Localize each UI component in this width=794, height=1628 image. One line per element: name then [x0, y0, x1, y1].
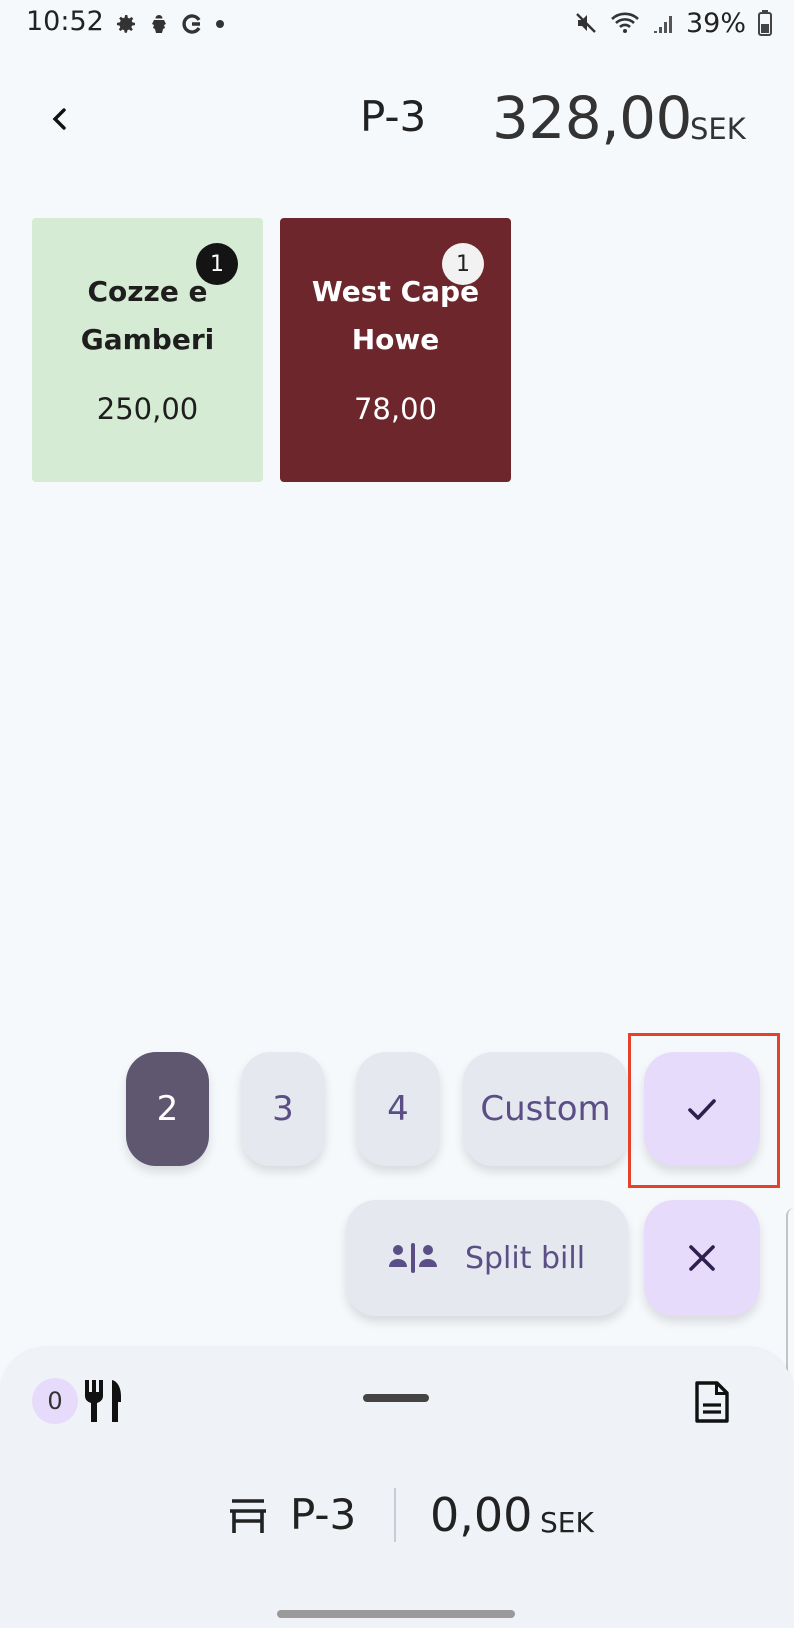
- bug-icon: [152, 15, 166, 33]
- sheet-drag-handle[interactable]: [363, 1394, 429, 1402]
- divider: [394, 1488, 396, 1542]
- signal-icon: [653, 16, 672, 33]
- chevron-left-icon: [52, 108, 66, 130]
- mute-icon: [576, 13, 596, 33]
- battery-icon: [758, 10, 772, 36]
- product-name: Cozze e Gamberi: [32, 268, 263, 364]
- product-card[interactable]: Cozze e Gamberi 250,00 1: [32, 218, 263, 482]
- order-currency: SEK: [690, 112, 746, 146]
- items-counter: 0: [32, 1378, 78, 1424]
- split-option-3[interactable]: 3: [241, 1052, 325, 1166]
- quantity-badge: 1: [196, 243, 238, 285]
- product-card[interactable]: West Cape Howe 78,00 1: [280, 218, 511, 482]
- battery-percent: 39%: [685, 7, 746, 39]
- system-nav-handle[interactable]: [277, 1610, 515, 1618]
- wifi-icon: [611, 12, 639, 33]
- footer-currency: SEK: [540, 1506, 594, 1539]
- status-right: 39%: [574, 6, 772, 40]
- close-icon: [689, 1245, 715, 1271]
- cutlery-icon: [85, 1380, 121, 1422]
- order-total: 328,00: [492, 84, 692, 152]
- gear-icon: [117, 15, 135, 33]
- split-people-icon: [388, 1243, 437, 1273]
- split-option-4[interactable]: 4: [356, 1052, 440, 1166]
- product-name-line2: Gamberi: [80, 323, 215, 356]
- receipt-button[interactable]: [694, 1380, 730, 1428]
- google-icon: [182, 14, 201, 34]
- quantity-badge: 1: [442, 243, 484, 285]
- footer-amount: 0,00: [430, 1488, 533, 1542]
- product-name: West Cape Howe: [280, 268, 511, 364]
- split-option-2[interactable]: 2: [126, 1052, 209, 1166]
- split-bill-button[interactable]: Split bill: [346, 1200, 628, 1316]
- dot-icon: [216, 20, 224, 28]
- product-price: 78,00: [353, 392, 438, 426]
- status-icons: [114, 8, 226, 40]
- back-button[interactable]: [36, 95, 84, 143]
- table-icon: [226, 1497, 270, 1541]
- split-bill-label: Split bill: [464, 1240, 586, 1276]
- product-price: 250,00: [96, 392, 199, 426]
- cutlery-button[interactable]: [82, 1378, 124, 1428]
- product-name-line2: Howe: [351, 323, 440, 356]
- document-icon: [695, 1381, 729, 1423]
- close-button[interactable]: [644, 1200, 760, 1316]
- status-time: 10:52: [26, 6, 104, 37]
- highlight-box: [628, 1033, 780, 1188]
- split-option-custom[interactable]: Custom: [463, 1052, 628, 1166]
- footer-table-label: P-3: [290, 1490, 357, 1539]
- table-label: P-3: [360, 92, 427, 141]
